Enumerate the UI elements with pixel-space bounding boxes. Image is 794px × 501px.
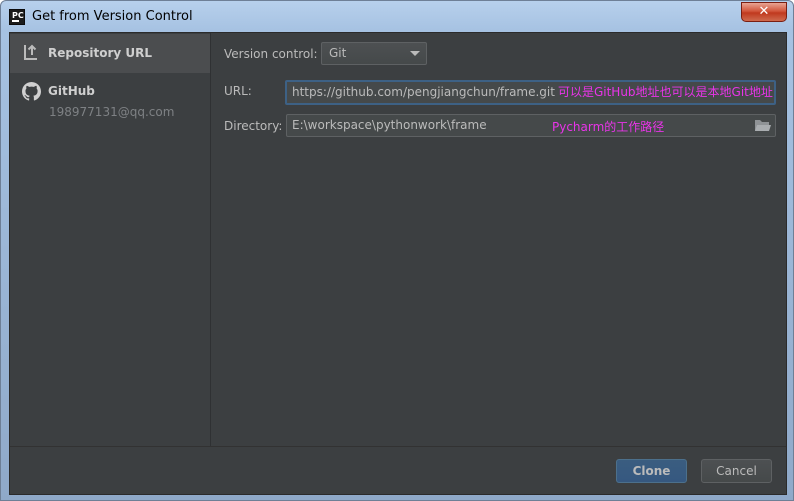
version-control-select[interactable]: Git (321, 42, 427, 65)
directory-input[interactable]: E:\workspace\pythonwork\frame (286, 114, 776, 137)
sidebar-item-label: Repository URL (48, 46, 152, 60)
directory-annotation: Pycharm的工作路径 (552, 120, 665, 134)
clone-button[interactable]: Clone (616, 459, 687, 483)
close-button[interactable]: ✕ (741, 2, 787, 22)
url-input[interactable]: https://github.com/pengjiangchun/frame.g… (285, 80, 776, 105)
url-annotation: 可以是GitHub地址也可以是本地Git地址 (557, 85, 773, 99)
pycharm-app-icon: PC (9, 9, 25, 25)
chevron-down-icon (410, 51, 420, 56)
main-panel: Version control: Git URL: https://github… (211, 33, 786, 446)
sidebar-item-repository-url[interactable]: Repository URL (10, 34, 210, 73)
directory-value: E:\workspace\pythonwork\frame (292, 118, 487, 132)
dialog-window: PC Get from Version Control ✕ Repository… (0, 0, 794, 501)
repository-url-icon (24, 44, 37, 60)
sidebar: Repository URL GitHub 198977131@qq.com (10, 33, 211, 446)
github-icon (22, 82, 41, 101)
title-bar[interactable]: PC Get from Version Control ✕ (1, 1, 793, 33)
dialog-content: Repository URL GitHub 198977131@qq.com V… (9, 32, 787, 495)
url-value: https://github.com/pengjiangchun/frame.g… (292, 85, 555, 99)
url-label: URL: (224, 84, 252, 98)
button-bar: Clone Cancel (10, 446, 786, 494)
version-control-value: Git (329, 46, 347, 60)
sidebar-item-label: GitHub (48, 84, 95, 98)
close-icon: ✕ (758, 4, 770, 19)
directory-label: Directory: (224, 119, 283, 133)
window-title: Get from Version Control (32, 9, 193, 24)
folder-icon[interactable] (754, 117, 772, 134)
cancel-button[interactable]: Cancel (701, 459, 772, 483)
github-account-email: 198977131@qq.com (49, 105, 175, 119)
version-control-label: Version control: (224, 47, 318, 61)
sidebar-item-github[interactable]: GitHub 198977131@qq.com (10, 77, 210, 129)
